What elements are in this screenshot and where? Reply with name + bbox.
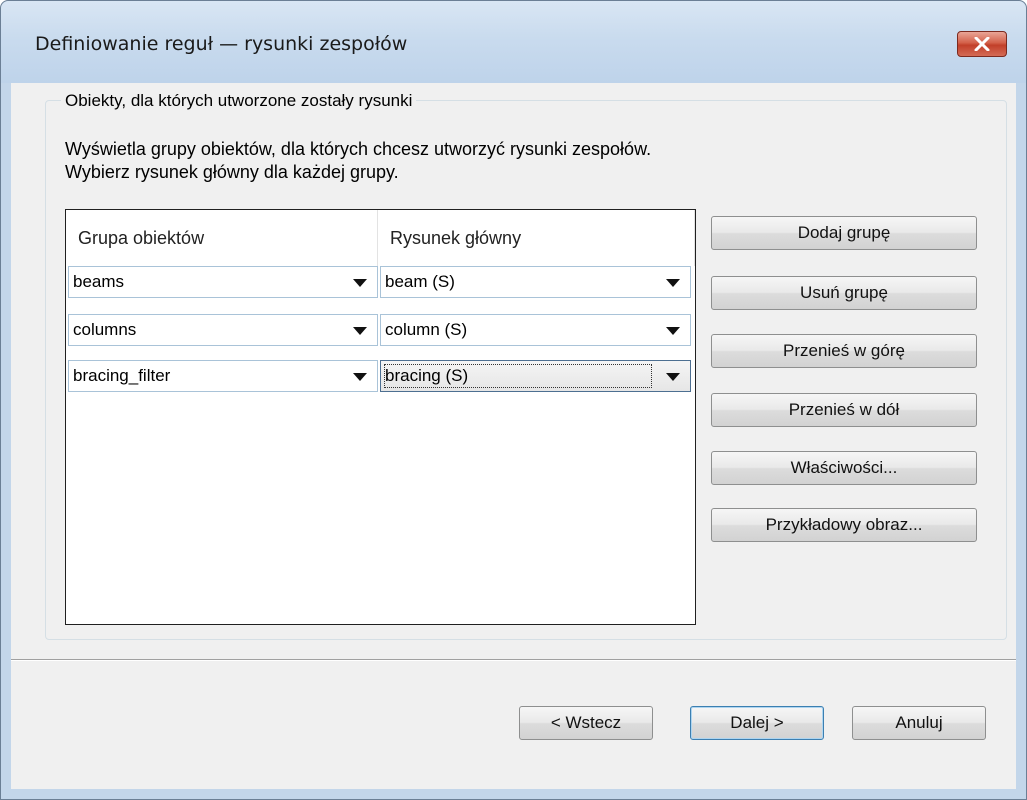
main-drawing-value: column (S) — [385, 320, 468, 339]
next-button[interactable]: Dalej > — [690, 706, 824, 740]
dialog-client-area: Obiekty, dla których utworzone zostały r… — [11, 83, 1016, 789]
group-box-description: Wyświetla grupy obiektów, dla których ch… — [65, 138, 651, 184]
object-group-dropdown-row-1[interactable]: beams — [68, 266, 378, 298]
cancel-button[interactable]: Anuluj — [852, 706, 986, 740]
object-group-dropdown-row-2[interactable]: columns — [68, 314, 378, 346]
main-drawing-value: beam (S) — [385, 272, 455, 291]
footer-separator — [11, 659, 1016, 661]
move-down-button[interactable]: Przenieś w dół — [711, 393, 977, 427]
dropdown-arrow-icon — [666, 373, 680, 381]
object-group-dropdown-row-3[interactable]: bracing_filter — [68, 360, 378, 392]
dropdown-arrow-icon — [353, 279, 367, 287]
main-drawing-dropdown-row-3[interactable]: bracing (S) — [380, 360, 691, 392]
main-drawing-value: bracing (S) — [385, 366, 469, 385]
add-group-button[interactable]: Dodaj grupę — [711, 216, 977, 250]
object-group-value: bracing_filter — [73, 366, 171, 385]
title-bar[interactable]: Definiowanie reguł — rysunki zespołów — [1, 1, 1026, 83]
sample-image-button[interactable]: Przykładowy obraz... — [711, 508, 977, 542]
description-line-1: Wyświetla grupy obiektów, dla których ch… — [65, 139, 652, 159]
column-header-object-group[interactable]: Grupa obiektów — [66, 210, 378, 266]
dropdown-arrow-icon — [353, 373, 367, 381]
remove-group-button[interactable]: Usuń grupę — [711, 276, 977, 310]
dropdown-arrow-icon — [353, 327, 367, 335]
main-drawing-dropdown-row-1[interactable]: beam (S) — [380, 266, 691, 298]
dialog-window: Definiowanie reguł — rysunki zespołów Ob… — [0, 0, 1027, 800]
close-icon — [974, 37, 990, 51]
properties-button[interactable]: Właściwości... — [711, 451, 977, 485]
dropdown-arrow-icon — [666, 327, 680, 335]
move-up-button[interactable]: Przenieś w górę — [711, 334, 977, 368]
column-header-main-drawing[interactable]: Rysunek główny — [378, 210, 695, 266]
description-line-2: Wybierz rysunek główny dla każdej grupy. — [65, 162, 399, 182]
close-button[interactable] — [957, 31, 1007, 57]
main-drawing-dropdown-row-2[interactable]: column (S) — [380, 314, 691, 346]
window-title: Definiowanie reguł — rysunki zespołów — [35, 33, 408, 55]
back-button[interactable]: < Wstecz — [519, 706, 653, 740]
group-box-legend: Obiekty, dla których utworzone zostały r… — [61, 91, 417, 111]
object-group-value: columns — [73, 320, 137, 339]
object-groups-grid[interactable]: Grupa obiektów Rysunek główny beams beam… — [65, 209, 696, 625]
dropdown-arrow-icon — [666, 279, 680, 287]
object-group-value: beams — [73, 272, 125, 291]
